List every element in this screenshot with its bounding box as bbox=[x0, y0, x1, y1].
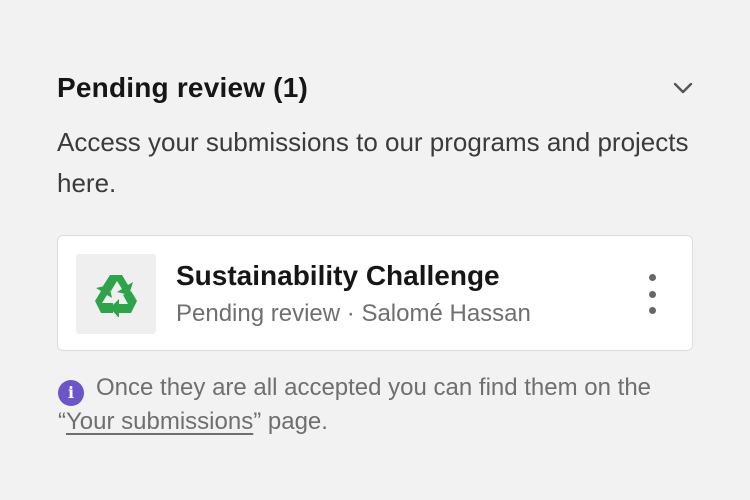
submission-card[interactable]: Sustainability Challenge Pending review … bbox=[57, 235, 693, 351]
section-header[interactable]: Pending review (1) bbox=[57, 66, 693, 110]
submission-status: Pending review bbox=[176, 300, 341, 327]
meta-separator: · bbox=[340, 300, 362, 327]
note-text-after: ” page. bbox=[253, 408, 328, 435]
info-note: i Once they are all accepted you can find… bbox=[58, 372, 708, 438]
chevron-down-icon[interactable] bbox=[669, 74, 697, 102]
submission-title: Sustainability Challenge bbox=[176, 260, 500, 291]
submission-meta: Pending review · Salomé Hassan bbox=[176, 300, 531, 328]
recycle-icon bbox=[95, 275, 137, 317]
more-dot bbox=[648, 274, 656, 281]
info-icon: i bbox=[58, 380, 84, 406]
more-dot bbox=[648, 290, 656, 298]
submission-thumbnail bbox=[76, 254, 156, 334]
pending-review-panel: Pending review (1) Access your submissio… bbox=[0, 0, 750, 500]
section-description: Access your submissions to our programs … bbox=[57, 127, 689, 198]
your-submissions-link[interactable]: Your submissions bbox=[66, 408, 253, 435]
more-options-icon[interactable] bbox=[642, 274, 662, 314]
more-dot bbox=[648, 307, 656, 314]
submission-author: Salomé Hassan bbox=[361, 300, 531, 327]
section-title: Pending review (1) bbox=[57, 72, 308, 103]
